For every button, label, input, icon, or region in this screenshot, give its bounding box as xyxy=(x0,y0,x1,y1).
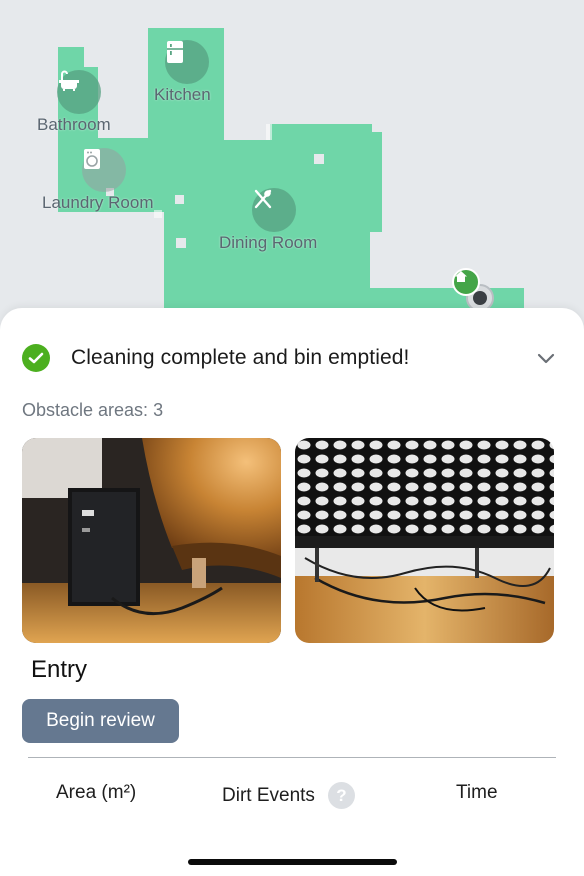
obstacle-photo-mesh[interactable] xyxy=(295,438,554,643)
check-icon xyxy=(22,344,50,372)
stats-header: Area (m²) Dirt Events ? Time xyxy=(0,782,584,812)
robot-core xyxy=(473,291,487,305)
bathtub-icon xyxy=(59,70,79,91)
utensils-icon xyxy=(254,189,272,209)
dining-room-marker[interactable] xyxy=(252,188,296,232)
kitchen-room-marker[interactable] xyxy=(165,40,209,84)
fridge-icon xyxy=(167,41,183,63)
divider xyxy=(28,757,556,758)
laundry-room-label: Laundry Room xyxy=(42,193,154,212)
begin-review-button[interactable]: Begin review xyxy=(22,699,179,743)
status-message: Cleaning complete and bin emptied! xyxy=(71,346,410,369)
status-row[interactable]: Cleaning complete and bin emptied! xyxy=(22,342,562,374)
dining-room-label: Dining Room xyxy=(219,233,318,252)
obstacle-areas-count: Obstacle areas: 3 xyxy=(22,400,164,420)
obstacle-area-name: Entry xyxy=(31,656,88,683)
help-icon[interactable]: ? xyxy=(327,782,355,809)
floor-map[interactable]: Kitchen Bathroom Laundry Room Dining Roo… xyxy=(0,0,584,340)
area-stat-label: Area (m²) xyxy=(56,782,137,803)
bathroom-room-marker[interactable] xyxy=(57,70,101,114)
time-stat-label: Time xyxy=(456,782,498,803)
app-screen: Kitchen Bathroom Laundry Room Dining Roo… xyxy=(0,0,584,876)
dirt-events-stat: Dirt Events ? xyxy=(222,782,355,809)
dock-marker[interactable] xyxy=(452,268,480,296)
bathroom-label: Bathroom xyxy=(37,115,111,134)
obstacle-photo-speaker[interactable] xyxy=(22,438,281,643)
chevron-down-icon[interactable] xyxy=(536,348,556,368)
kitchen-label: Kitchen xyxy=(154,85,211,104)
home-indicator-bar[interactable] xyxy=(188,859,397,865)
dirt-events-label: Dirt Events xyxy=(222,784,315,806)
cleaning-summary-sheet: Cleaning complete and bin emptied! Obsta… xyxy=(0,308,584,876)
washer-icon xyxy=(84,149,100,169)
laundry-room-marker[interactable] xyxy=(82,148,126,192)
home-icon xyxy=(455,271,467,282)
